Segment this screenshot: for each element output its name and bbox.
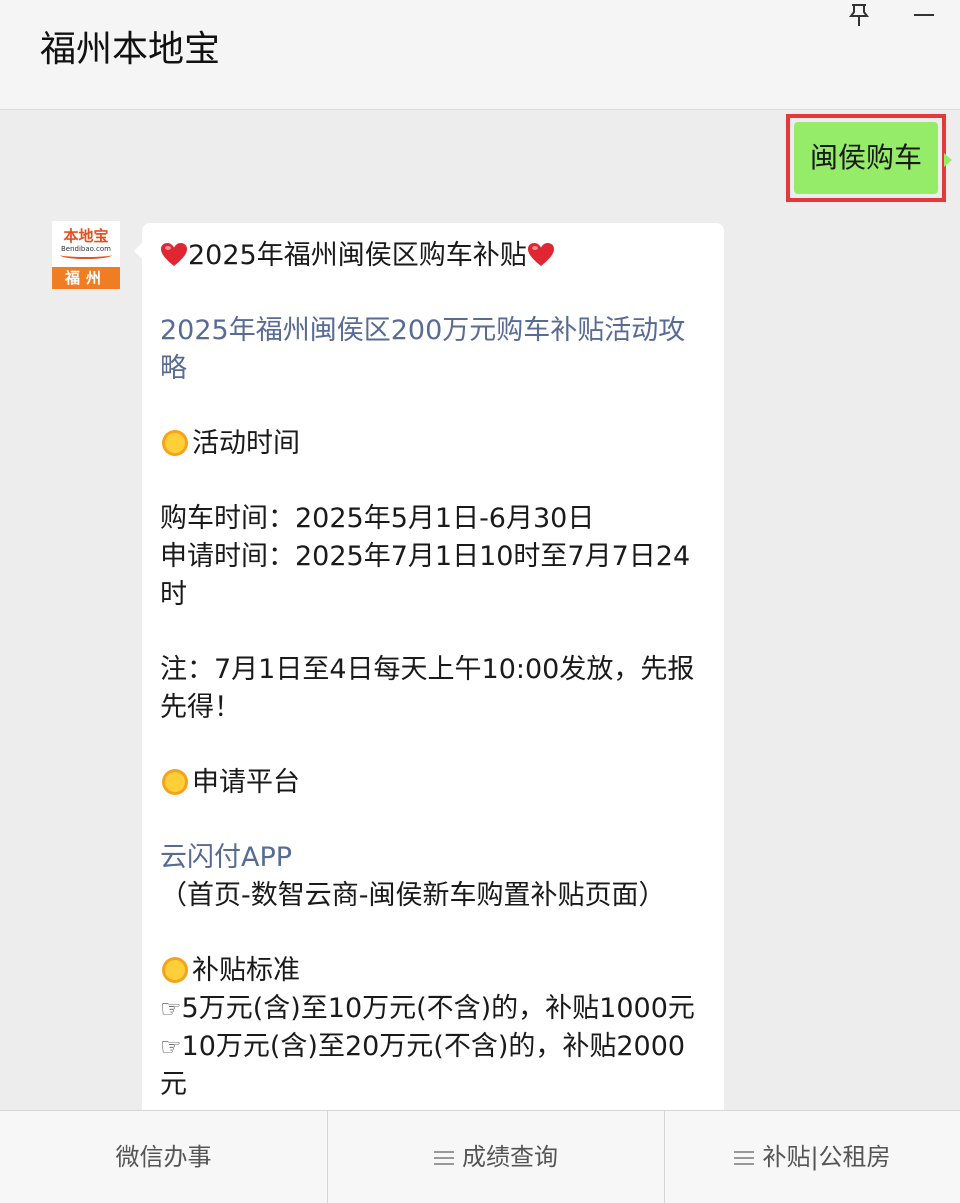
- received-bubble-tail: [134, 243, 142, 259]
- section-heading-standard: 补贴标准: [160, 952, 708, 990]
- guide-link[interactable]: 2025年福州闽侯区200万元购车补贴活动攻略: [160, 312, 708, 388]
- avatar-logo-text: 本地宝: [63, 227, 109, 245]
- menu-tab-label: 微信办事: [115, 1143, 212, 1171]
- pin-icon[interactable]: [846, 2, 872, 28]
- section-heading-platform: 申请平台: [160, 764, 708, 802]
- menu-list-icon: [734, 1151, 755, 1165]
- standard-item: ☞5万元(含)至10万元(不含)的，补贴1000元: [160, 990, 708, 1028]
- sun-icon: [162, 430, 188, 456]
- purchase-time: 购车时间：2025年5月1日-6月30日: [160, 503, 595, 534]
- menu-tab-wechat-services[interactable]: 微信办事: [0, 1111, 328, 1203]
- apply-time: 申请时间：2025年7月1日10时至7月7日24时: [160, 541, 691, 610]
- section-standard-label: 补贴标准: [192, 955, 300, 986]
- section-time-label: 活动时间: [192, 428, 300, 459]
- section-heading-time: 活动时间: [160, 425, 708, 463]
- standard-item: ☞10万元(含)至20万元(不含)的，补贴2000元: [160, 1028, 708, 1104]
- avatar[interactable]: 本地宝 Bendibao.com 福州: [52, 221, 120, 289]
- sent-message-bubble[interactable]: 闽侯购车: [794, 122, 938, 194]
- heart-icon: [527, 243, 554, 266]
- message-content: 2025年福州闽侯区购车补贴 2025年福州闽侯区200万元购车补贴活动攻略 活…: [160, 237, 708, 1104]
- chat-area: 闽侯购车 本地宝 Bendibao.com 福州 2025年福州闽侯区购车补贴 …: [0, 111, 960, 1110]
- menu-tab-score-query[interactable]: 成绩查询: [328, 1111, 665, 1203]
- menu-tab-label: 成绩查询: [462, 1143, 558, 1171]
- menu-tab-label: 补贴|公租房: [762, 1143, 891, 1171]
- received-message-bubble: 2025年福州闽侯区购车补贴 2025年福州闽侯区200万元购车补贴活动攻略 活…: [142, 223, 724, 1110]
- logo-swoosh-icon: [60, 251, 112, 259]
- menu-list-icon: [434, 1151, 454, 1165]
- minimize-icon[interactable]: [910, 2, 938, 28]
- pointing-hand-icon: ☞: [160, 995, 182, 1023]
- sent-bubble-tail: [944, 153, 952, 167]
- avatar-city-label: 福州: [52, 267, 120, 289]
- pointing-hand-icon: ☞: [160, 1033, 182, 1061]
- message-title-line: 2025年福州闽侯区购车补贴: [160, 237, 708, 275]
- message-title: 2025年福州闽侯区购车补贴: [188, 240, 527, 271]
- chat-header: 福州本地宝: [0, 0, 960, 110]
- sun-icon: [162, 769, 188, 795]
- sun-icon: [162, 957, 188, 983]
- platform-path: （首页-数智云商-闽侯新车购置补贴页面）: [160, 880, 666, 911]
- note-text: 注：7月1日至4日每天上午10:00发放，先报先得！: [160, 654, 695, 723]
- chat-title: 福州本地宝: [40, 29, 221, 70]
- standard-item-text: 10万元(含)至20万元(不含)的，补贴2000元: [160, 1031, 686, 1100]
- heart-icon: [161, 243, 187, 266]
- bottom-menu: 微信办事 成绩查询 补贴|公租房: [0, 1110, 960, 1203]
- menu-tab-subsidy-housing[interactable]: 补贴|公租房: [665, 1111, 960, 1203]
- standard-item-text: 5万元(含)至10万元(不含)的，补贴1000元: [181, 993, 695, 1024]
- platform-link[interactable]: 云闪付APP: [160, 839, 708, 877]
- section-platform-label: 申请平台: [192, 767, 300, 798]
- sent-message-highlight: 闽侯购车: [786, 114, 946, 202]
